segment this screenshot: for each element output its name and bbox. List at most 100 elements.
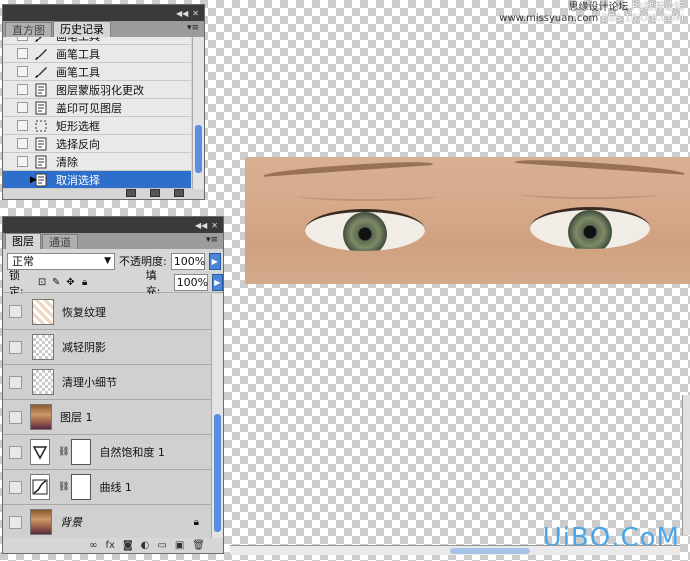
layer-mask-thumbnail[interactable]	[71, 439, 92, 465]
collapse-icon[interactable]: ◀◀	[195, 221, 207, 230]
history-item-label: 矩形选框	[56, 119, 100, 133]
layer-name[interactable]: 背景	[60, 514, 82, 530]
layer-name[interactable]: 曲线 1	[99, 479, 132, 495]
layers-scroll-thumb[interactable]	[214, 414, 221, 532]
snapshot-icon[interactable]	[150, 189, 160, 197]
layer-style-icon[interactable]: fx	[106, 540, 115, 551]
trash-icon[interactable]	[174, 189, 184, 197]
left-eyebrow	[262, 159, 434, 181]
visibility-toggle[interactable]	[9, 375, 22, 389]
left-iris	[343, 212, 387, 251]
visibility-toggle[interactable]	[9, 445, 22, 459]
layer-row[interactable]: 恢复纹理	[3, 294, 211, 330]
history-item[interactable]: 画笔工具	[3, 63, 191, 81]
layer-row[interactable]: ⛓ 曲线 1	[3, 470, 211, 505]
fill-input[interactable]: 100%	[173, 274, 208, 291]
history-source-checkbox[interactable]	[17, 66, 28, 77]
history-item[interactable]: 清除	[3, 153, 191, 171]
new-layer-icon[interactable]: ▣	[175, 540, 184, 551]
document-icon	[34, 137, 48, 151]
layer-name[interactable]: 减轻阴影	[62, 339, 106, 355]
layer-thumbnail[interactable]	[32, 334, 54, 360]
layer-row[interactable]: 背景 🔒︎	[3, 505, 211, 538]
visibility-toggle[interactable]	[9, 340, 22, 354]
adjustment-layer-icon[interactable]: ◐	[141, 540, 150, 551]
layer-thumbnail[interactable]	[30, 404, 52, 430]
canvas-scroll-thumb[interactable]	[450, 548, 530, 554]
left-eye	[305, 209, 425, 251]
marquee-icon	[34, 119, 48, 133]
mask-link-icon[interactable]: ⛓	[58, 482, 69, 492]
watermark-site: 思缘设计论坛	[568, 2, 629, 13]
history-source-checkbox[interactable]	[17, 174, 28, 185]
blend-mode-select[interactable]: 正常 ▼	[7, 252, 115, 270]
history-source-checkbox[interactable]	[17, 48, 28, 59]
layer-name[interactable]: 恢复纹理	[62, 304, 106, 320]
history-item[interactable]: 矩形选框	[3, 117, 191, 135]
brush-icon	[34, 47, 48, 61]
add-mask-icon[interactable]: ◙	[123, 540, 133, 551]
history-item-label: 清除	[56, 155, 78, 169]
layer-row[interactable]: 清理小细节	[3, 365, 211, 400]
layer-row[interactable]: 减轻阴影	[3, 330, 211, 365]
lock-transparent-icon[interactable]: ⊡	[37, 277, 47, 288]
vibrance-adjustment-icon[interactable]	[30, 439, 50, 465]
opacity-input[interactable]: 100%	[170, 252, 205, 270]
layer-name[interactable]: 自然饱和度 1	[99, 444, 165, 460]
close-icon[interactable]: ✕	[211, 221, 218, 230]
layers-tabs: 图层 通道 ▾≡	[3, 233, 223, 249]
close-icon[interactable]: ✕	[192, 9, 199, 18]
canvas-vertical-scrollbar[interactable]	[682, 395, 690, 535]
panel-titlebar[interactable]: ◀◀ ✕	[3, 5, 204, 21]
collapse-icon[interactable]: ◀◀	[176, 9, 188, 18]
layer-name[interactable]: 清理小细节	[62, 374, 117, 390]
canvas-image-eyes[interactable]	[245, 157, 690, 284]
history-source-checkbox[interactable]	[17, 37, 28, 41]
layer-row[interactable]: 图层 1	[3, 400, 211, 435]
history-item[interactable]: 盖印可见图层	[3, 99, 191, 117]
history-item-label: 画笔工具	[56, 47, 100, 61]
layer-mask-thumbnail[interactable]	[71, 474, 92, 500]
history-source-checkbox[interactable]	[17, 156, 28, 167]
fill-slider-button[interactable]: ▶	[211, 274, 223, 291]
panel-menu-icon[interactable]: ▾≡	[187, 23, 199, 33]
history-source-checkbox[interactable]	[17, 84, 28, 95]
lock-position-icon[interactable]: ✥	[65, 277, 75, 288]
layer-row[interactable]: ⛓ 自然饱和度 1	[3, 435, 211, 470]
canvas-horizontal-scrollbar[interactable]	[230, 545, 680, 555]
history-item[interactable]: 选择反向	[3, 135, 191, 153]
visibility-toggle[interactable]	[9, 305, 22, 318]
panel-menu-icon[interactable]: ▾≡	[206, 235, 218, 245]
visibility-toggle[interactable]	[9, 480, 22, 494]
curves-adjustment-icon[interactable]	[30, 474, 50, 500]
lock-all-icon[interactable]: 🔒︎	[80, 277, 90, 288]
lock-image-icon[interactable]: ✎	[51, 277, 61, 288]
tab-histogram[interactable]: 直方图	[5, 22, 52, 37]
history-item[interactable]: 画笔工具	[3, 45, 191, 63]
tab-layers[interactable]: 图层	[5, 233, 41, 249]
new-document-from-state-icon[interactable]	[126, 189, 136, 197]
panel-titlebar[interactable]: ◀◀ ✕	[3, 217, 223, 233]
visibility-toggle[interactable]	[9, 515, 22, 529]
opacity-slider-button[interactable]: ▶	[208, 252, 221, 270]
layer-name[interactable]: 图层 1	[60, 409, 93, 425]
history-item[interactable]: 图层蒙版羽化更改	[3, 81, 191, 99]
history-source-checkbox[interactable]	[17, 102, 28, 113]
tab-channels[interactable]: 通道	[42, 234, 78, 249]
layer-thumbnail[interactable]	[30, 509, 52, 535]
right-iris	[568, 210, 612, 249]
layer-thumbnail[interactable]	[32, 369, 54, 395]
history-scroll-thumb[interactable]	[195, 125, 202, 173]
visibility-toggle[interactable]	[9, 410, 22, 424]
layer-thumbnail[interactable]	[32, 298, 54, 325]
history-scrollbar[interactable]	[192, 37, 204, 189]
mask-link-icon[interactable]: ⛓	[58, 447, 69, 457]
history-source-checkbox[interactable]	[17, 120, 28, 131]
history-source-checkbox[interactable]	[17, 138, 28, 149]
trash-icon[interactable]: 🗑︎	[192, 540, 205, 551]
history-item[interactable]: 画笔工具	[3, 37, 191, 45]
tab-history[interactable]: 历史记录	[53, 21, 111, 37]
layers-scrollbar[interactable]	[211, 294, 223, 538]
link-layers-icon[interactable]: ∞	[89, 540, 97, 551]
new-group-icon[interactable]: ▭	[157, 540, 166, 551]
